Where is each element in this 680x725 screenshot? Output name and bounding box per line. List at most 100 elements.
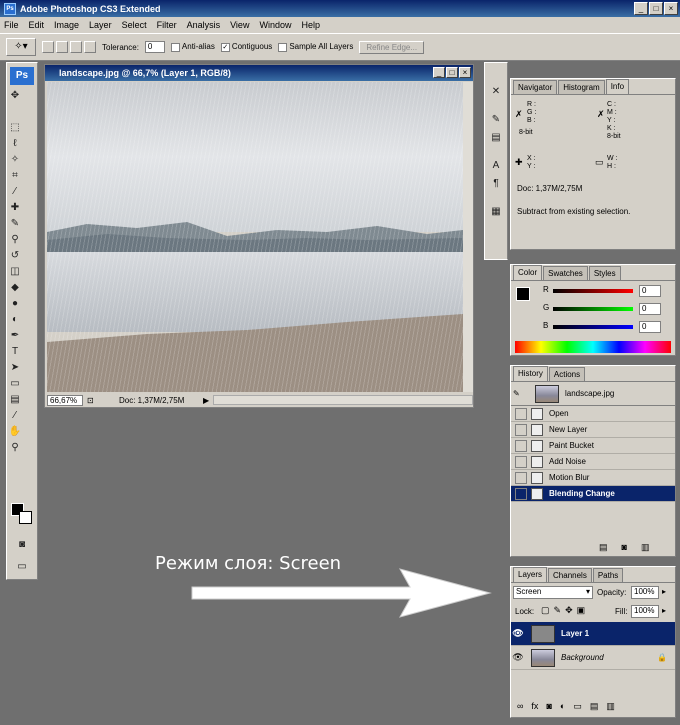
delete-layer-icon[interactable]: ▥	[606, 701, 615, 712]
menu-image[interactable]: Image	[54, 20, 79, 30]
tab-histogram[interactable]: Histogram	[558, 80, 605, 94]
refine-edge-button[interactable]: Refine Edge...	[359, 40, 425, 54]
tab-history[interactable]: History	[513, 366, 548, 381]
eye-icon[interactable]: 👁	[511, 628, 525, 639]
crop-tool-icon[interactable]: ⌗	[8, 169, 22, 183]
zoom-tool-icon[interactable]: ⚲	[8, 441, 22, 455]
screen-mode-icon[interactable]: ▭	[15, 560, 29, 574]
dodge-tool-icon[interactable]: ◐	[8, 313, 22, 327]
layer-row[interactable]: 👁 Layer 1	[511, 622, 675, 646]
tab-actions[interactable]: Actions	[548, 367, 586, 381]
tab-navigator[interactable]: Navigator	[513, 80, 558, 94]
channel-g-input[interactable]: 0	[639, 303, 661, 315]
menu-filter[interactable]: Filter	[157, 20, 177, 30]
shape-tool-icon[interactable]: ▭	[8, 377, 22, 391]
status-menu-arrow-icon[interactable]: ▶	[203, 396, 213, 405]
blur-tool-icon[interactable]: ●	[8, 297, 22, 311]
horizontal-scrollbar[interactable]	[213, 395, 473, 405]
menu-analysis[interactable]: Analysis	[187, 20, 221, 30]
dock-brushes-icon[interactable]: ✎	[489, 113, 503, 127]
type-tool-icon[interactable]: T	[8, 345, 22, 359]
history-brush-icon[interactable]: ↺	[8, 249, 22, 263]
opacity-input[interactable]: 100%	[631, 586, 659, 599]
menu-layer[interactable]: Layer	[89, 20, 112, 30]
path-select-icon[interactable]: ➤	[8, 361, 22, 375]
history-source-box[interactable]	[515, 439, 527, 452]
contiguous-checkbox[interactable]: ✓	[220, 42, 230, 52]
new-group-icon[interactable]: ▭	[573, 701, 582, 712]
history-source-box[interactable]	[515, 407, 527, 420]
menu-select[interactable]: Select	[122, 20, 147, 30]
tab-info[interactable]: Info	[605, 79, 630, 94]
eraser-tool-icon[interactable]: ◫	[8, 265, 22, 279]
intersect-selection-icon[interactable]	[84, 41, 96, 53]
channel-g-slider[interactable]	[553, 307, 633, 311]
history-item[interactable]: Paint Bucket	[511, 438, 675, 454]
marquee-tool-icon[interactable]: ⬚	[8, 121, 22, 135]
history-item[interactable]: New Layer	[511, 422, 675, 438]
dock-layer-comps-icon[interactable]: ▦	[489, 205, 503, 219]
background-color-swatch[interactable]	[19, 511, 32, 524]
history-source-box[interactable]	[515, 471, 527, 484]
history-item[interactable]: Add Noise	[511, 454, 675, 470]
pen-tool-icon[interactable]: ✒	[8, 329, 22, 343]
link-layers-icon[interactable]: ∞	[517, 701, 523, 712]
fill-input[interactable]: 100%	[631, 605, 659, 618]
antialias-checkbox[interactable]	[170, 42, 180, 52]
lock-all-icon[interactable]: ▣	[577, 605, 586, 616]
layer-style-icon[interactable]: fx	[531, 701, 538, 712]
fill-arrow-icon[interactable]: ▸	[662, 606, 666, 615]
history-item-selected[interactable]: Blending Change	[511, 486, 675, 502]
sample-all-checkbox[interactable]	[278, 42, 288, 52]
tab-channels[interactable]: Channels	[548, 568, 592, 582]
channel-r-slider[interactable]	[553, 289, 633, 293]
status-icon[interactable]: ⊡	[87, 396, 99, 405]
tab-layers[interactable]: Layers	[513, 567, 548, 582]
history-source-box[interactable]	[515, 487, 527, 500]
blend-mode-select[interactable]: Screen ▾	[513, 586, 593, 599]
lock-transparency-icon[interactable]: ▢	[541, 605, 550, 616]
new-snapshot-icon[interactable]: ◙	[622, 542, 627, 553]
channel-b-slider[interactable]	[553, 325, 633, 329]
contiguous-option[interactable]: ✓ Contiguous	[220, 42, 272, 52]
photoshop-logo-icon[interactable]: Ps	[10, 67, 34, 85]
move-tool-icon[interactable]: ✥	[8, 89, 22, 103]
vertical-scrollbar[interactable]	[463, 82, 473, 392]
add-selection-icon[interactable]	[56, 41, 68, 53]
menu-edit[interactable]: Edit	[29, 20, 45, 30]
antialias-option[interactable]: Anti-alias	[170, 42, 215, 52]
close-icon[interactable]: ×	[664, 2, 678, 15]
tab-styles[interactable]: Styles	[588, 266, 621, 280]
channel-b-input[interactable]: 0	[639, 321, 661, 333]
magic-wand-preset-icon[interactable]: ✧▾	[6, 38, 36, 56]
history-item[interactable]: Open	[511, 406, 675, 422]
image-canvas[interactable]	[47, 82, 463, 392]
menu-help[interactable]: Help	[301, 20, 320, 30]
eyedropper-tool-icon[interactable]: ⁄	[8, 185, 22, 199]
layer-mask-icon[interactable]: ◙	[546, 701, 551, 712]
color-ramp[interactable]	[515, 341, 671, 353]
dock-clone-icon[interactable]: ▤	[489, 131, 503, 145]
magic-wand-tool-icon[interactable]: ✧	[8, 153, 22, 167]
adjustment-layer-icon[interactable]: ◐	[560, 701, 565, 712]
minimize-icon[interactable]: _	[634, 2, 648, 15]
layer-row[interactable]: 👁 Background 🔒	[511, 646, 675, 670]
dock-paragraph-icon[interactable]: ¶	[489, 177, 503, 191]
new-layer-icon[interactable]: ▤	[590, 701, 599, 712]
notes-tool-icon[interactable]: ▤	[8, 393, 22, 407]
new-document-icon[interactable]: ▤	[599, 542, 608, 553]
doc-close-icon[interactable]: ×	[459, 67, 471, 78]
stamp-tool-icon[interactable]: ⚲	[8, 233, 22, 247]
subtract-selection-icon[interactable]	[70, 41, 82, 53]
history-source-box[interactable]	[515, 455, 527, 468]
bucket-tool-icon[interactable]: ◆	[8, 281, 22, 295]
history-source-box[interactable]	[515, 423, 527, 436]
history-snapshot[interactable]: ✎ landscape.jpg	[511, 382, 675, 406]
hand-tool-icon[interactable]: ✋	[8, 425, 22, 439]
dock-character-icon[interactable]: A	[489, 159, 503, 173]
history-item[interactable]: Motion Blur	[511, 470, 675, 486]
color-fg-swatch[interactable]	[516, 287, 530, 301]
healing-tool-icon[interactable]: ✚	[8, 201, 22, 215]
tab-paths[interactable]: Paths	[592, 568, 624, 582]
menu-file[interactable]: File	[4, 20, 19, 30]
